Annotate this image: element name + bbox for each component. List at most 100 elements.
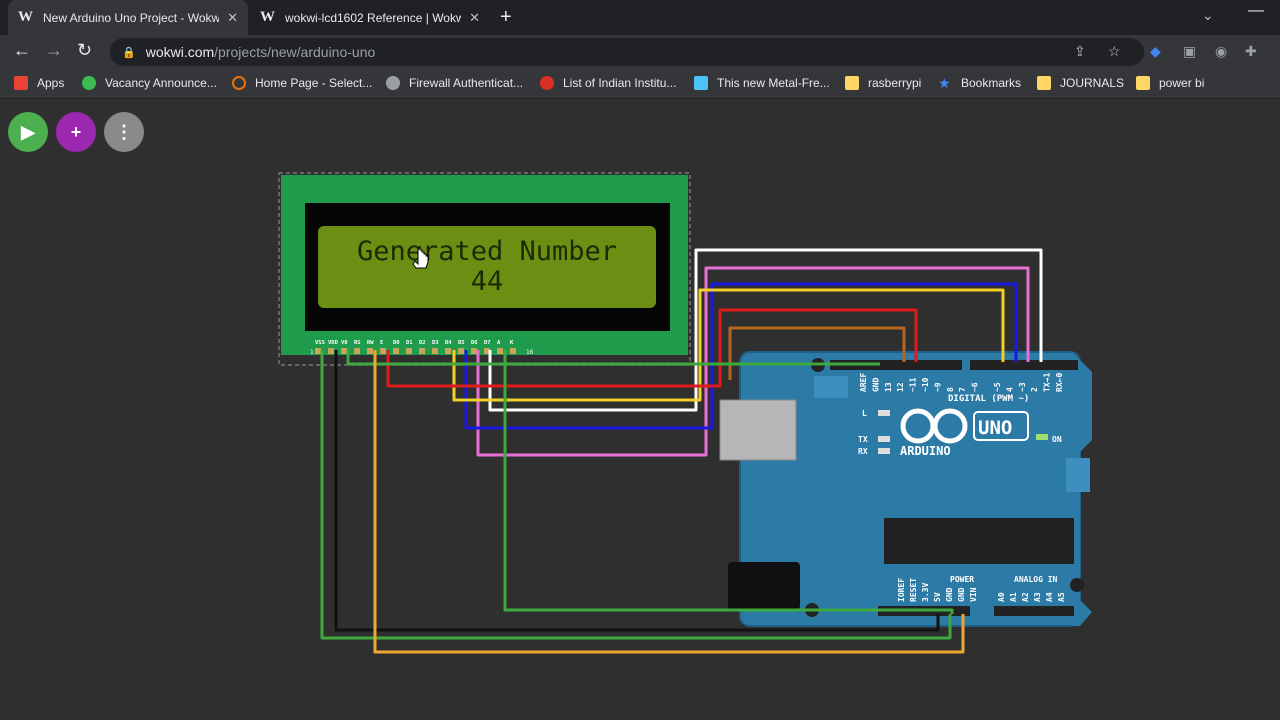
lcd-pin-label-rs: RS [354,340,361,346]
digital-pin-label: 7 [958,387,967,392]
address-bar[interactable]: 🔒 wokwi.com/projects/new/arduino-uno ⇪ ☆ [110,38,1144,66]
digital-pin-label: 2 [1030,387,1039,392]
minimize-icon[interactable]: — [1248,2,1264,20]
digital-pin-label: TX→1 [1043,373,1052,392]
power-pin-label: 3.3V [921,583,930,602]
share-icon[interactable]: ⇪ [1074,43,1086,60]
lcd-pin-label-d3: D3 [432,340,439,346]
lcd-pin-vss[interactable] [315,348,321,354]
digital-pin-label: ~5 [993,382,1002,392]
bookmark-folder-power-bi[interactable]: power bi [1136,76,1204,90]
bookmark-folder-rasberrypi[interactable]: rasberrypi [845,76,921,90]
lcd-pin-d5[interactable] [458,348,464,354]
analog-header-label: ANALOG IN [1014,575,1058,584]
lcd-pin-rw[interactable] [367,348,373,354]
lcd-pin-label-d4: D4 [445,340,452,346]
lcd-pin-first-label: 1 [310,349,314,356]
circuit-diagram: UNO ARDUINO DIGITAL (PWM ~) POWER ANALOG… [278,172,1092,654]
digital-pin-label: ~10 [921,377,930,392]
lcd-line-1: Generated Number [357,236,617,267]
lcd-pin-vdd[interactable] [328,348,334,354]
tab-title: wokwi-lcd1602 Reference | Wokwi [285,10,462,25]
arduino-brand-label: ARDUINO [900,444,951,458]
bookmark-apps[interactable]: Apps [14,76,64,90]
close-icon[interactable]: ✕ [227,10,238,26]
arc-icon [232,76,246,90]
new-tab-button[interactable]: + [500,6,512,29]
bookmark-bookmarks[interactable]: ★ Bookmarks [938,76,1021,90]
arduino-uno-board[interactable] [719,351,1092,627]
lcd-pin-d1[interactable] [406,348,412,354]
folder-icon [1037,76,1051,90]
lcd-pin-a[interactable] [497,348,503,354]
digital-pin-label: ~6 [971,382,980,392]
lcd-pin-k[interactable] [510,348,516,354]
arduino-model-label: UNO [978,417,1012,439]
lcd-pin-d6[interactable] [471,348,477,354]
lock-icon: 🔒 [122,46,136,59]
digital-pin-label: 4 [1005,387,1014,392]
close-icon[interactable]: ✕ [469,10,480,26]
tab-arduino-project[interactable]: W New Arduino Uno Project - Wokwi ✕ [8,0,248,35]
star-icon: ★ [938,75,951,91]
lcd-pin-label-d0: D0 [393,340,400,346]
bookmark-star-icon[interactable]: ☆ [1108,43,1121,60]
digital-header-label: DIGITAL (PWM ~) [948,394,1029,404]
url-text: wokwi.com/projects/new/arduino-uno [145,44,376,60]
lcd-pin-label-rw: RW [367,340,374,346]
led-label-tx: TX [858,435,868,444]
bookmark-vacancy[interactable]: Vacancy Announce... [82,76,217,90]
digital-pin-label: ~11 [909,377,918,392]
globe-icon [386,76,400,90]
digital-pin-label: 13 [884,382,893,392]
analog-pin-label: A3 [1033,592,1042,602]
bookmark-firewall[interactable]: Firewall Authenticat... [386,76,523,90]
bookmark-home-page[interactable]: Home Page - Select... [232,76,372,90]
bookmark-metal-free[interactable]: This new Metal-Fre... [694,76,830,90]
extension-icon[interactable]: ◉ [1215,43,1227,60]
power-pin-label: RESET [909,578,918,602]
lcd-pin-d2[interactable] [419,348,425,354]
puzzle-icon[interactable]: ✚ [1245,43,1257,60]
simulator-canvas[interactable]: ▶ + ⋮ UNO ARDUINO DIGITAL (PWM ~) POWER … [0,100,1280,720]
digital-pin-label: ~9 [933,382,942,392]
lcd-pin-d3[interactable] [432,348,438,354]
digital-pin-label: 8 [946,387,955,392]
tab-strip: W New Arduino Uno Project - Wokwi ✕ W wo… [0,0,1280,35]
on-led-label: ON [1052,435,1062,444]
extension-badge-icon[interactable]: ▣ [1183,43,1196,60]
apps-grid-icon [14,76,28,90]
folder-icon [845,76,859,90]
analog-pin-label: A0 [997,592,1006,602]
analog-pin-label: A5 [1057,592,1066,602]
digital-pin-label: 12 [896,382,905,392]
browser-toolbar: ← → ↻ 🔒 wokwi.com/projects/new/arduino-u… [0,35,1280,69]
leaf-icon [82,76,96,90]
bookmark-folder-journals[interactable]: JOURNALS [1037,76,1124,90]
lcd-pin-label-e: E [380,340,383,346]
tab-search-chevron-icon[interactable]: ⌄ [1202,7,1214,24]
digital-pin-label: ~3 [1018,382,1027,392]
lcd-pin-d0[interactable] [393,348,399,354]
forward-arrow-icon[interactable]: → [45,40,63,61]
lcd-pin-label-d2: D2 [419,340,426,346]
reload-icon[interactable]: ↻ [77,40,92,61]
wokwi-favicon-icon: W [260,9,275,25]
tab-lcd-reference[interactable]: W wokwi-lcd1602 Reference | Wokwi ✕ [250,0,490,35]
lcd-pin-rs[interactable] [354,348,360,354]
back-arrow-icon[interactable]: ← [13,40,31,61]
lcd-pin-d4[interactable] [445,348,451,354]
bookmark-indian-institutes[interactable]: List of Indian Institu... [540,76,676,90]
tab-title: New Arduino Uno Project - Wokwi [43,10,220,25]
power-pin-label: IOREF [897,578,906,602]
lcd-pin-e[interactable] [380,348,386,354]
extension-icon[interactable]: ◆ [1150,43,1161,60]
lcd-pin-label-d1: D1 [406,340,413,346]
power-pin-label: GND [957,587,966,602]
led-label-l: L [862,409,867,418]
digital-pin-label: AREF [859,373,868,392]
power-pin-label: 5V [933,592,942,602]
power-pin-label: VIN [969,587,978,602]
lcd-pin-v0[interactable] [341,348,347,354]
power-pin-label: GND [945,587,954,602]
